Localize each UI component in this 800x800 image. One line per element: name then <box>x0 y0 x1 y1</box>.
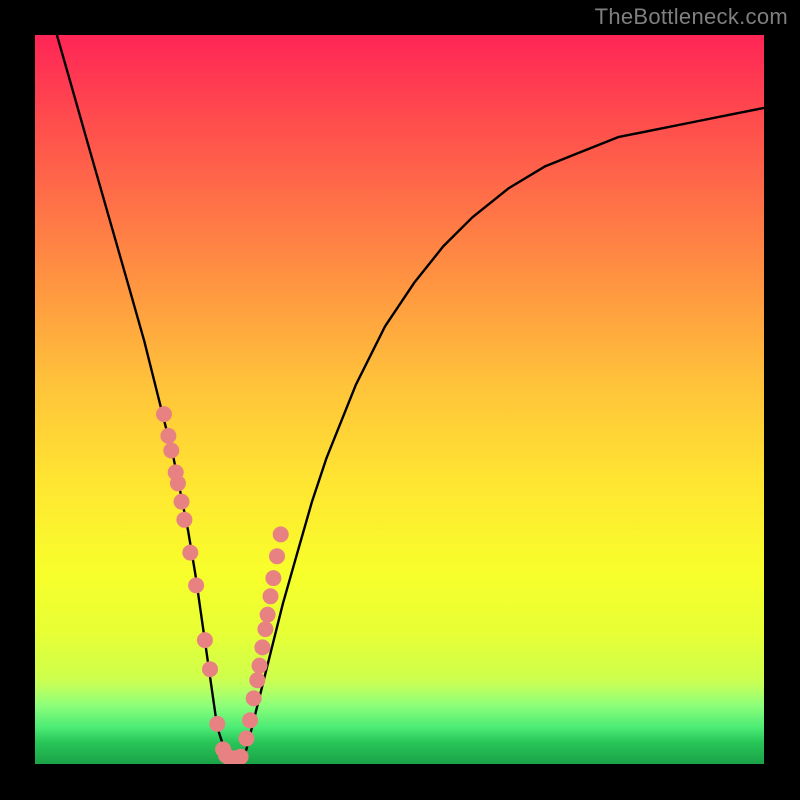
chart-frame: TheBottleneck.com <box>0 0 800 800</box>
watermark-text: TheBottleneck.com <box>595 4 788 30</box>
bottleneck-curve <box>57 35 764 764</box>
data-points <box>156 406 289 764</box>
curve-overlay <box>35 35 764 764</box>
chart-plot-area <box>35 35 764 764</box>
